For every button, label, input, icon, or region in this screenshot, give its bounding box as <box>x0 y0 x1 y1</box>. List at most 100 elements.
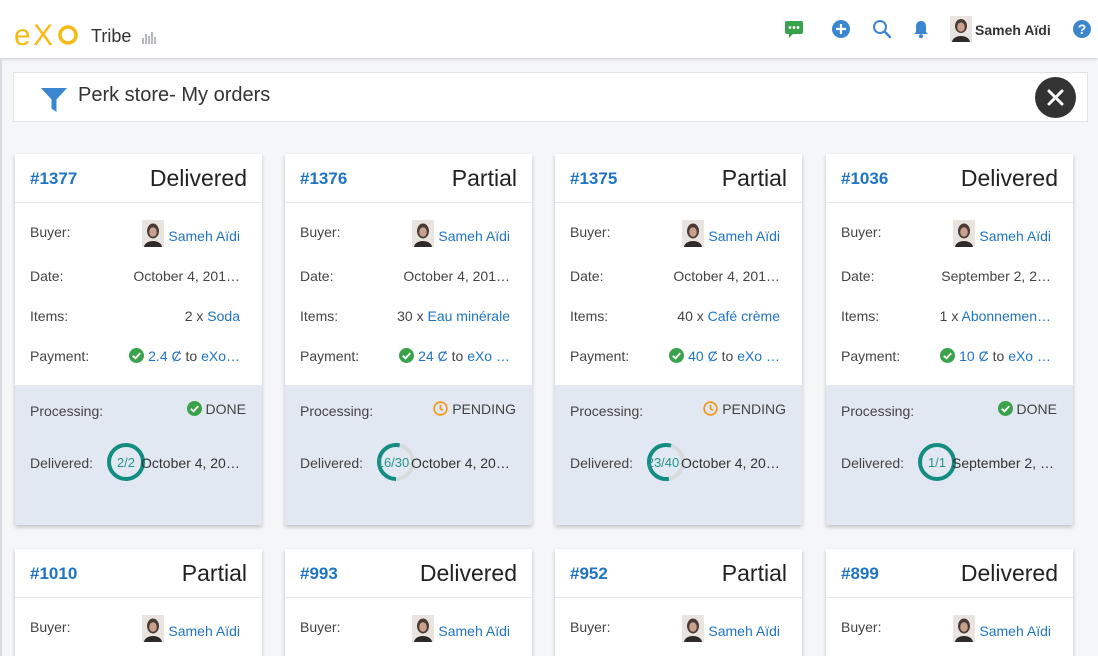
buyer-name-link[interactable]: Sameh Aïdi <box>708 623 780 639</box>
buyer-avatar[interactable] <box>682 220 705 247</box>
delivery-progress-label: 16/30 <box>376 455 410 470</box>
delivery-progress-label: 2/2 <box>116 455 136 470</box>
buyer-avatar[interactable] <box>412 220 435 247</box>
payment-amount-link[interactable]: 40 Ȼ <box>688 348 718 364</box>
payment-row: Payment: 10 Ȼ to eXo … <box>826 344 1073 368</box>
order-card: #899 Delivered Buyer: Sameh Aïdi <box>826 549 1073 656</box>
help-icon[interactable]: ? <box>1072 19 1092 39</box>
date-label: Date: <box>841 268 875 284</box>
buyer-row: Buyer: Sameh Aïdi <box>555 615 802 642</box>
buyer-avatar[interactable] <box>682 615 705 642</box>
items-row: Items: 30 x Eau minérale <box>285 304 532 328</box>
buyer-name-link[interactable]: Sameh Aïdi <box>438 623 510 639</box>
order-status: Partial <box>721 165 787 191</box>
item-name-link[interactable]: Eau minérale <box>428 308 511 324</box>
buyer-name-link[interactable]: Sameh Aïdi <box>979 623 1051 639</box>
order-status: Partial <box>181 560 247 586</box>
check-circle-icon <box>186 401 202 416</box>
filter-bar: Perk store- My orders <box>13 72 1088 122</box>
item-name-link[interactable]: Soda <box>207 308 240 324</box>
delivered-date: October 4, 20… <box>681 455 780 471</box>
exo-logo[interactable]: e X <box>14 18 80 48</box>
order-id-link[interactable]: #1376 <box>300 169 347 189</box>
buyer-name-link[interactable]: Sameh Aïdi <box>708 228 780 244</box>
buyer-label: Buyer: <box>841 619 882 635</box>
buyer-name-link[interactable]: Sameh Aïdi <box>438 228 510 244</box>
items-quantity: 40 x <box>677 308 704 324</box>
delivery-progress-label: 1/1 <box>927 455 947 470</box>
delivered-label: Delivered: <box>570 455 634 471</box>
payment-target-link[interactable]: eXo … <box>1008 348 1051 364</box>
payment-amount-link[interactable]: 2.4 Ȼ <box>148 348 181 364</box>
close-button[interactable] <box>1035 77 1076 118</box>
buyer-label: Buyer: <box>841 224 882 240</box>
order-id-link[interactable]: #952 <box>570 564 608 584</box>
buyer-row: Buyer: Sameh Aïdi <box>826 615 1073 642</box>
plus-circle-icon[interactable] <box>831 19 851 39</box>
order-status: Delivered <box>960 560 1058 586</box>
processing-row: Processing: DONE <box>15 399 262 423</box>
clock-icon <box>433 401 448 416</box>
chat-icon[interactable] <box>784 19 804 39</box>
processing-row: Processing: PENDING <box>285 399 532 423</box>
order-card: #1010 Partial Buyer: Sameh Aïdi <box>15 549 262 656</box>
payment-to: to <box>721 348 734 364</box>
delivered-date: October 4, 20… <box>411 455 510 471</box>
buyer-label: Buyer: <box>30 224 71 240</box>
order-id-link[interactable]: #1010 <box>30 564 77 584</box>
buyer-row: Buyer: Sameh Aïdi <box>285 220 532 247</box>
buyer-avatar[interactable] <box>412 615 435 642</box>
payment-target-link[interactable]: eXo… <box>201 348 240 364</box>
svg-text:e: e <box>14 19 30 48</box>
bell-icon[interactable] <box>911 19 931 39</box>
order-card: #1376 Partial Buyer: Sameh Aïdi Date: Oc… <box>285 154 532 525</box>
buyer-label: Buyer: <box>570 224 611 240</box>
buyer-name-link[interactable]: Sameh Aïdi <box>979 228 1051 244</box>
order-id-link[interactable]: #1036 <box>841 169 888 189</box>
sidebar-edge[interactable] <box>0 58 2 656</box>
order-status: Partial <box>721 560 787 586</box>
payment-label: Payment: <box>570 348 630 364</box>
statistics-icon[interactable] <box>142 32 158 44</box>
item-name-link[interactable]: Café crème <box>708 308 780 324</box>
items-row: Items: 1 x Abonnemen… <box>826 304 1073 328</box>
search-icon[interactable] <box>872 19 892 39</box>
payment-target-link[interactable]: eXo … <box>737 348 780 364</box>
payment-to: to <box>992 348 1005 364</box>
processing-label: Processing: <box>30 403 104 419</box>
buyer-name-link[interactable]: Sameh Aïdi <box>168 623 240 639</box>
svg-text:?: ? <box>1078 21 1087 37</box>
close-icon <box>1047 89 1064 106</box>
check-circle-icon <box>129 348 145 363</box>
order-id-link[interactable]: #1375 <box>570 169 617 189</box>
payment-label: Payment: <box>300 348 360 364</box>
order-id-link[interactable]: #899 <box>841 564 879 584</box>
buyer-row: Buyer: Sameh Aïdi <box>826 220 1073 247</box>
order-card: #993 Delivered Buyer: Sameh Aïdi <box>285 549 532 656</box>
buyer-label: Buyer: <box>570 619 611 635</box>
buyer-avatar[interactable] <box>953 615 976 642</box>
buyer-avatar[interactable] <box>953 220 976 247</box>
order-id-link[interactable]: #1377 <box>30 169 77 189</box>
user-name[interactable]: Sameh Aïdi <box>975 22 1051 38</box>
buyer-name-link[interactable]: Sameh Aïdi <box>168 228 240 244</box>
payment-amount-link[interactable]: 24 Ȼ <box>418 348 448 364</box>
item-name-link[interactable]: Abonnemen… <box>961 308 1051 324</box>
filter-icon[interactable] <box>41 87 67 113</box>
payment-amount-link[interactable]: 10 Ȼ <box>959 348 989 364</box>
items-row: Items: 40 x Café crème <box>555 304 802 328</box>
order-id-link[interactable]: #993 <box>300 564 338 584</box>
user-avatar[interactable] <box>950 16 972 42</box>
payment-row: Payment: 2.4 Ȼ to eXo… <box>15 344 262 368</box>
delivery-panel: Processing: DONE Delivered: 2/2 October … <box>15 385 262 525</box>
delivered-label: Delivered: <box>300 455 364 471</box>
buyer-label: Buyer: <box>300 619 341 635</box>
processing-row: Processing: DONE <box>826 399 1073 423</box>
buyer-avatar[interactable] <box>142 220 165 247</box>
site-name[interactable]: Tribe <box>91 26 131 47</box>
payment-target-link[interactable]: eXo … <box>467 348 510 364</box>
processing-status: PENDING <box>722 401 786 417</box>
order-status: Delivered <box>419 560 517 586</box>
buyer-label: Buyer: <box>30 619 71 635</box>
buyer-avatar[interactable] <box>142 615 165 642</box>
